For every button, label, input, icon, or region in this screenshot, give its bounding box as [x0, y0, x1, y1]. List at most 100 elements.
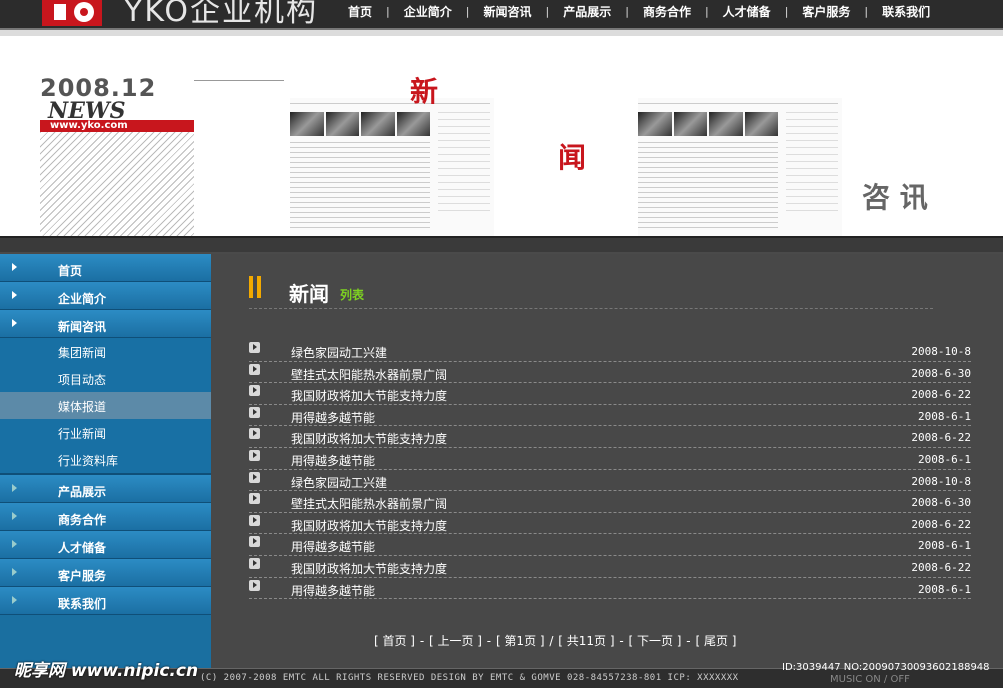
sidebar-subitem-project[interactable]: 项目动态	[0, 365, 211, 392]
top-bar: YKO企业机构 首页 | 企业简介 | 新闻咨讯 | 产品展示 | 商务合作 | 人才储备…	[0, 0, 1003, 29]
arrow-right-icon	[12, 596, 17, 604]
news-title[interactable]: 用得越多越节能	[291, 409, 375, 426]
nav-about[interactable]: 企业简介	[392, 3, 464, 20]
brand-name: YKO企业机构	[124, 0, 318, 29]
sidebar-item-label: 企业简介	[58, 292, 107, 306]
arrow-right-icon	[12, 319, 17, 327]
banner-char-xin: 新	[410, 75, 439, 108]
sidebar-item-news[interactable]: 新闻咨讯	[0, 310, 211, 338]
sidebar-subitem-industry[interactable]: 行业新闻	[0, 419, 211, 446]
music-toggle[interactable]: MUSIC ON / OFF	[830, 674, 910, 685]
play-arrow-icon	[249, 406, 260, 418]
separator-band	[0, 236, 1003, 252]
sidebar-item-label: 客户服务	[58, 569, 107, 583]
footer-copyright: (C) 2007-2008 EMTC ALL RIGHTS RESERVED D…	[200, 673, 739, 683]
sidebar-item-contact[interactable]: 联系我们	[0, 587, 211, 615]
nav-products[interactable]: 产品展示	[551, 3, 623, 20]
play-arrow-icon	[249, 363, 260, 375]
sidebar-item-home[interactable]: 首页	[0, 254, 211, 282]
banner-thumbnail-2	[638, 98, 842, 236]
pager-next[interactable]: [ 下一页 ]	[628, 634, 681, 648]
play-arrow-icon	[249, 471, 260, 483]
pager-last[interactable]: [ 尾页 ]	[695, 634, 736, 648]
sidebar-item-label: 联系我们	[58, 597, 107, 611]
sidebar-item-label: 首页	[58, 264, 83, 278]
arrow-right-icon	[12, 540, 17, 548]
banner-hatch-pattern	[40, 132, 194, 236]
news-title[interactable]: 壁挂式太阳能热水器前景广阔	[291, 495, 447, 512]
nav-talent[interactable]: 人才储备	[711, 3, 783, 20]
news-title[interactable]: 我国财政将加大节能支持力度	[291, 387, 447, 404]
play-arrow-icon	[249, 493, 260, 505]
sidebar-menu: 首页 企业简介 新闻咨讯 集团新闻 项目动态 媒体报道 行业新闻 行业资料库 产…	[0, 254, 211, 615]
news-title[interactable]: 用得越多越节能	[291, 538, 375, 555]
play-arrow-icon	[249, 579, 260, 591]
arrow-right-icon	[12, 291, 17, 299]
news-row[interactable]: 用得越多越节能 2008-6-1	[249, 448, 971, 470]
news-row[interactable]: 我国财政将加大节能支持力度 2008-6-22	[249, 426, 971, 448]
news-title[interactable]: 我国财政将加大节能支持力度	[291, 430, 447, 447]
play-arrow-icon	[249, 557, 260, 569]
sidebar-item-label: 人才储备	[58, 541, 107, 555]
main-content: 新闻 列表 绿色家园动工兴建 2008-10-8 壁挂式太阳能热水器前景广阔 2008…	[211, 254, 1003, 668]
pager-total: [ 共11页 ]	[558, 634, 615, 648]
sidebar-item-label: 商务合作	[58, 513, 107, 527]
arrow-right-icon	[12, 484, 17, 492]
news-title[interactable]: 壁挂式太阳能热水器前景广阔	[291, 366, 447, 383]
news-title[interactable]: 我国财政将加大节能支持力度	[291, 517, 447, 534]
sidebar-item-talent[interactable]: 人才储备	[0, 531, 211, 559]
pagination: [ 首页 ] - [ 上一页 ] - [ 第1页 ] / [ 共11页 ] - …	[374, 634, 737, 648]
main-nav: 首页 | 企业简介 | 新闻咨讯 | 产品展示 | 商务合作 | 人才储备 | 客户服务 | …	[336, 0, 942, 22]
sidebar-item-about[interactable]: 企业简介	[0, 282, 211, 310]
title-divider	[249, 308, 933, 309]
news-date: 2008-10-8	[911, 474, 971, 488]
nav-home[interactable]: 首页	[336, 3, 384, 20]
watermark: 昵享网 www.nipic.cn	[14, 661, 199, 681]
news-date: 2008-10-8	[911, 345, 971, 358]
pager-first[interactable]: [ 首页 ]	[374, 634, 415, 648]
sidebar-subitem-label: 媒体报道	[58, 400, 107, 414]
news-row[interactable]: 用得越多越节能 2008-6-1	[249, 405, 971, 427]
news-title[interactable]: 用得越多越节能	[291, 582, 375, 599]
sidebar-item-products[interactable]: 产品展示	[0, 475, 211, 503]
news-row[interactable]: 我国财政将加大节能支持力度 2008-6-22	[249, 513, 971, 535]
sidebar-subitem-label: 行业新闻	[58, 427, 107, 441]
play-arrow-icon	[249, 342, 260, 353]
sidebar-subitem-group-news[interactable]: 集团新闻	[0, 338, 211, 365]
news-row[interactable]: 我国财政将加大节能支持力度 2008-6-22	[249, 383, 971, 405]
arrow-right-icon	[12, 568, 17, 576]
play-arrow-icon	[249, 536, 260, 548]
sidebar-subitem-library[interactable]: 行业资料库	[0, 446, 211, 473]
nav-cooperation[interactable]: 商务合作	[631, 3, 703, 20]
play-arrow-icon	[249, 385, 260, 397]
news-date: 2008-6-22	[911, 388, 971, 402]
news-row[interactable]: 壁挂式太阳能热水器前景广阔 2008-6-30	[249, 362, 971, 384]
news-title[interactable]: 绿色家园动工兴建	[291, 474, 387, 491]
news-date: 2008-6-22	[911, 431, 971, 445]
sidebar-subitem-label: 集团新闻	[58, 346, 107, 360]
nav-contact[interactable]: 联系我们	[870, 3, 942, 20]
sidebar-item-service[interactable]: 客户服务	[0, 559, 211, 587]
news-row[interactable]: 用得越多越节能 2008-6-1	[249, 534, 971, 556]
news-list: 绿色家园动工兴建 2008-10-8 壁挂式太阳能热水器前景广阔 2008-6-30 我…	[249, 340, 971, 600]
banner-url: www.yko.com	[50, 120, 128, 131]
news-row[interactable]: 绿色家园动工兴建 2008-10-8	[249, 340, 971, 362]
news-row[interactable]: 我国财政将加大节能支持力度 2008-6-22	[249, 556, 971, 578]
sidebar-subitem-media[interactable]: 媒体报道	[0, 392, 211, 419]
news-title[interactable]: 我国财政将加大节能支持力度	[291, 560, 447, 577]
sidebar: 首页 企业简介 新闻咨讯 集团新闻 项目动态 媒体报道 行业新闻 行业资料库 产…	[0, 254, 211, 668]
news-title[interactable]: 绿色家园动工兴建	[291, 344, 387, 361]
news-date: 2008-6-30	[911, 496, 971, 510]
news-row[interactable]: 壁挂式太阳能热水器前景广阔 2008-6-30	[249, 491, 971, 513]
news-row[interactable]: 用得越多越节能 2008-6-1	[249, 578, 971, 600]
image-id: ID:3039447 NO:20090730093602188948	[782, 662, 990, 673]
nav-service[interactable]: 客户服务	[790, 3, 862, 20]
news-row[interactable]: 绿色家园动工兴建 2008-10-8	[249, 470, 971, 492]
pager-prev[interactable]: [ 上一页 ]	[429, 634, 482, 648]
news-title[interactable]: 用得越多越节能	[291, 452, 375, 469]
sidebar-item-cooperation[interactable]: 商务合作	[0, 503, 211, 531]
logo[interactable]	[42, 0, 102, 26]
news-date: 2008-6-22	[911, 560, 971, 574]
nav-news[interactable]: 新闻咨讯	[471, 3, 543, 20]
news-date: 2008-6-1	[918, 539, 971, 553]
